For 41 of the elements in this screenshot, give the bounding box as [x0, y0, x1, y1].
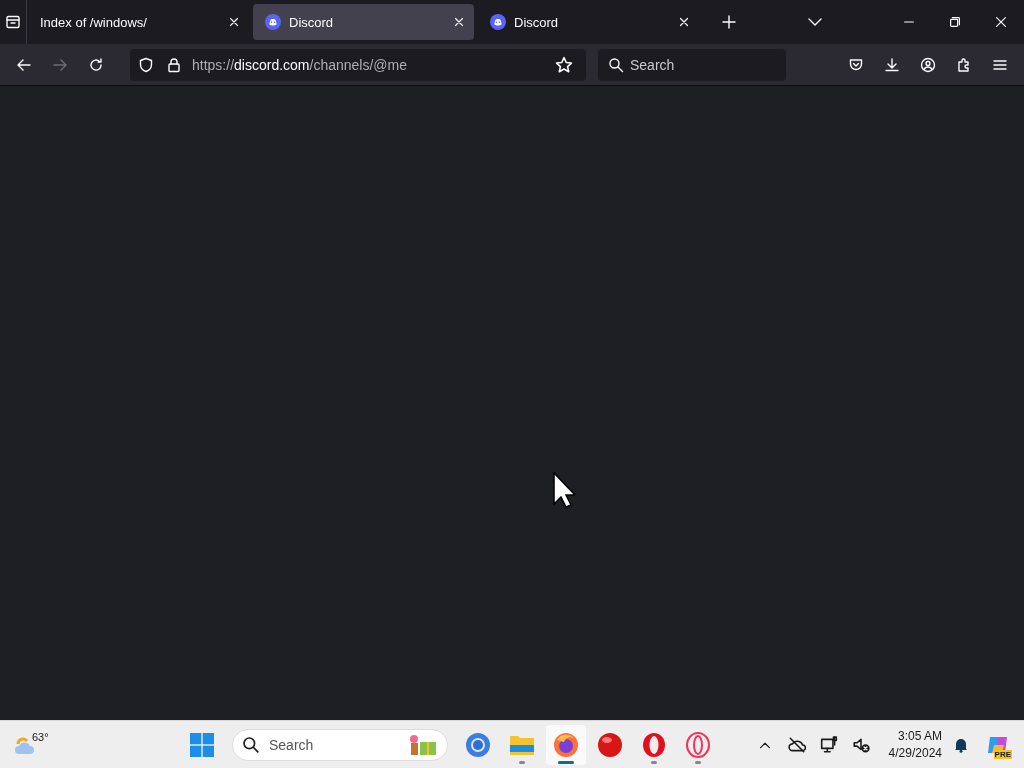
copilot-button[interactable]: PRE [980, 724, 1016, 765]
chrome-logo-icon [465, 731, 491, 758]
close-tab-icon[interactable] [452, 15, 466, 29]
ethernet-monitor-icon [820, 735, 838, 754]
opera-gx-logo-icon [685, 731, 711, 758]
firefox-logo-icon [553, 731, 579, 758]
flowers-and-gifts-icon [408, 733, 438, 756]
search-icon [608, 56, 624, 73]
url-text: https://discord.com/channels/@me [192, 56, 408, 73]
glossy-ball-icon [597, 731, 623, 758]
discord-logo-icon [490, 14, 506, 30]
archive-icon[interactable] [5, 14, 21, 30]
download-icon[interactable] [884, 56, 900, 73]
taskbar-search-field[interactable]: Search [232, 728, 448, 761]
search-icon [242, 735, 260, 754]
discord-logo-icon [265, 14, 281, 30]
puzzle-piece-icon[interactable] [956, 56, 972, 73]
close-tab-icon[interactable] [677, 15, 691, 29]
browser-tab[interactable]: Discord [253, 4, 474, 40]
browser-tab[interactable]: Discord [478, 4, 699, 40]
restore-icon[interactable] [948, 15, 962, 29]
reload-icon[interactable] [88, 56, 104, 73]
cloud-offline-icon [788, 735, 806, 754]
account-icon[interactable] [920, 56, 936, 73]
taskbar-app-button[interactable] [546, 724, 586, 765]
address-bar[interactable]: https://discord.com/channels/@me [130, 48, 586, 81]
plus-icon[interactable] [721, 14, 737, 30]
padlock-icon [166, 56, 182, 73]
search-field[interactable]: Search [598, 48, 786, 81]
bell-icon [953, 736, 969, 753]
mouse-cursor-icon [553, 472, 575, 508]
windows-logo-icon [190, 732, 214, 757]
star-icon[interactable] [555, 55, 573, 74]
close-tab-icon[interactable] [227, 15, 241, 29]
shield-icon[interactable] [138, 56, 154, 73]
close-icon[interactable] [994, 15, 1008, 29]
opera-logo-icon [641, 731, 667, 758]
weather-widget[interactable]: 63° [14, 724, 54, 765]
browser-tab[interactable]: Index of /windows/ [28, 4, 249, 40]
pocket-icon[interactable] [848, 56, 864, 73]
clock-button[interactable]: 3:05 AM 4/29/2024 [880, 724, 942, 765]
